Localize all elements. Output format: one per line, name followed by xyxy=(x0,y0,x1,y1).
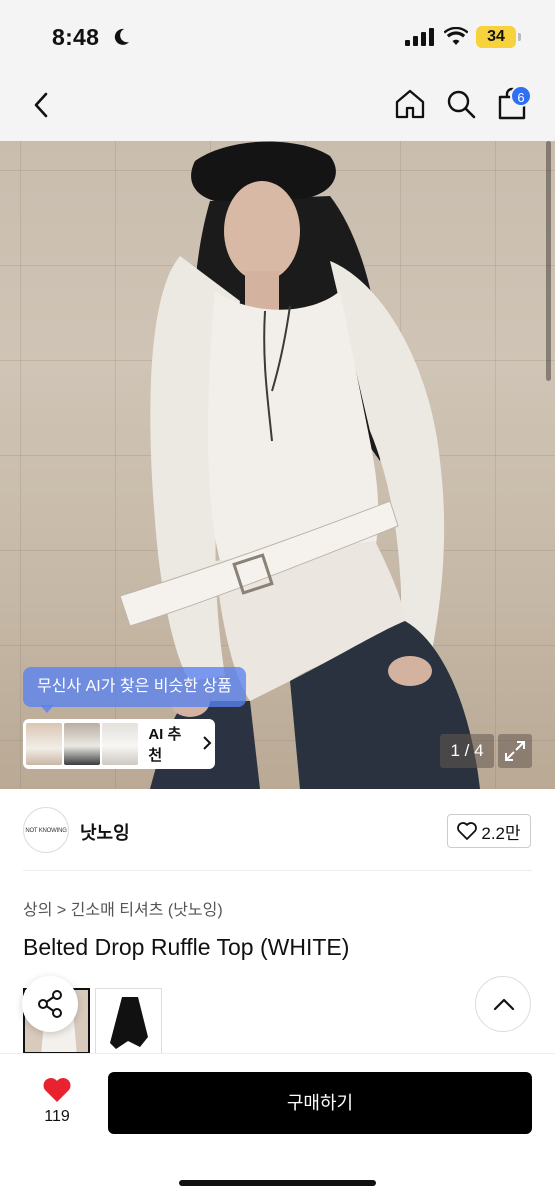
divider xyxy=(23,870,532,871)
cellular-signal-icon xyxy=(405,28,434,46)
brand-like-button[interactable]: 2.2만 xyxy=(447,814,531,848)
product-title: Belted Drop Ruffle Top (WHITE) xyxy=(23,934,350,960)
share-button[interactable] xyxy=(22,976,78,1032)
buy-button[interactable]: 구매하기 xyxy=(108,1072,532,1134)
similar-product-thumb xyxy=(26,723,63,765)
heart-filled-icon[interactable] xyxy=(42,1077,72,1103)
back-arrow-icon[interactable] xyxy=(28,90,56,120)
moon-icon xyxy=(114,28,129,45)
tooltip-tail xyxy=(40,705,54,713)
cart-count-badge: 6 xyxy=(510,85,532,107)
ai-recommend-button[interactable]: AI 추천 xyxy=(23,719,215,769)
variant-black[interactable] xyxy=(95,988,162,1054)
search-icon[interactable] xyxy=(446,89,476,119)
similar-product-thumb xyxy=(64,723,101,765)
scroll-to-top-button[interactable] xyxy=(475,976,531,1032)
chevron-up-icon xyxy=(493,998,515,1011)
home-indicator xyxy=(179,1180,376,1186)
brand-logo[interactable]: NOT KNOWING xyxy=(23,807,69,853)
ai-recommend-label: AI 추천 xyxy=(148,726,182,764)
wifi-icon xyxy=(444,27,468,45)
category-breadcrumb[interactable]: 상의 > 긴소매 티셔츠 (낫노잉) xyxy=(23,896,223,920)
status-time: 8:48 xyxy=(52,24,100,50)
top-nav: 6 xyxy=(0,72,555,141)
expand-icon xyxy=(505,741,525,761)
image-counter: 1 / 4 xyxy=(440,734,494,768)
product-like-count: 119 xyxy=(44,1108,70,1125)
status-bar: 8:48 34 xyxy=(0,0,555,72)
share-icon xyxy=(38,990,62,1018)
expand-button[interactable] xyxy=(498,734,532,768)
battery-indicator: 34 xyxy=(476,26,516,48)
brand-like-count: 2.2만 xyxy=(481,823,521,843)
heart-outline-icon xyxy=(457,822,478,840)
battery-cap xyxy=(518,33,521,41)
ai-similar-products-tooltip: 무신사 AI가 찾은 비슷한 상품 xyxy=(23,667,246,707)
scroll-indicator[interactable] xyxy=(546,141,551,381)
similar-product-thumb xyxy=(102,723,139,765)
chevron-right-icon xyxy=(202,735,212,753)
home-icon[interactable] xyxy=(394,88,426,120)
brand-name[interactable]: 낫노잉 xyxy=(80,819,130,845)
